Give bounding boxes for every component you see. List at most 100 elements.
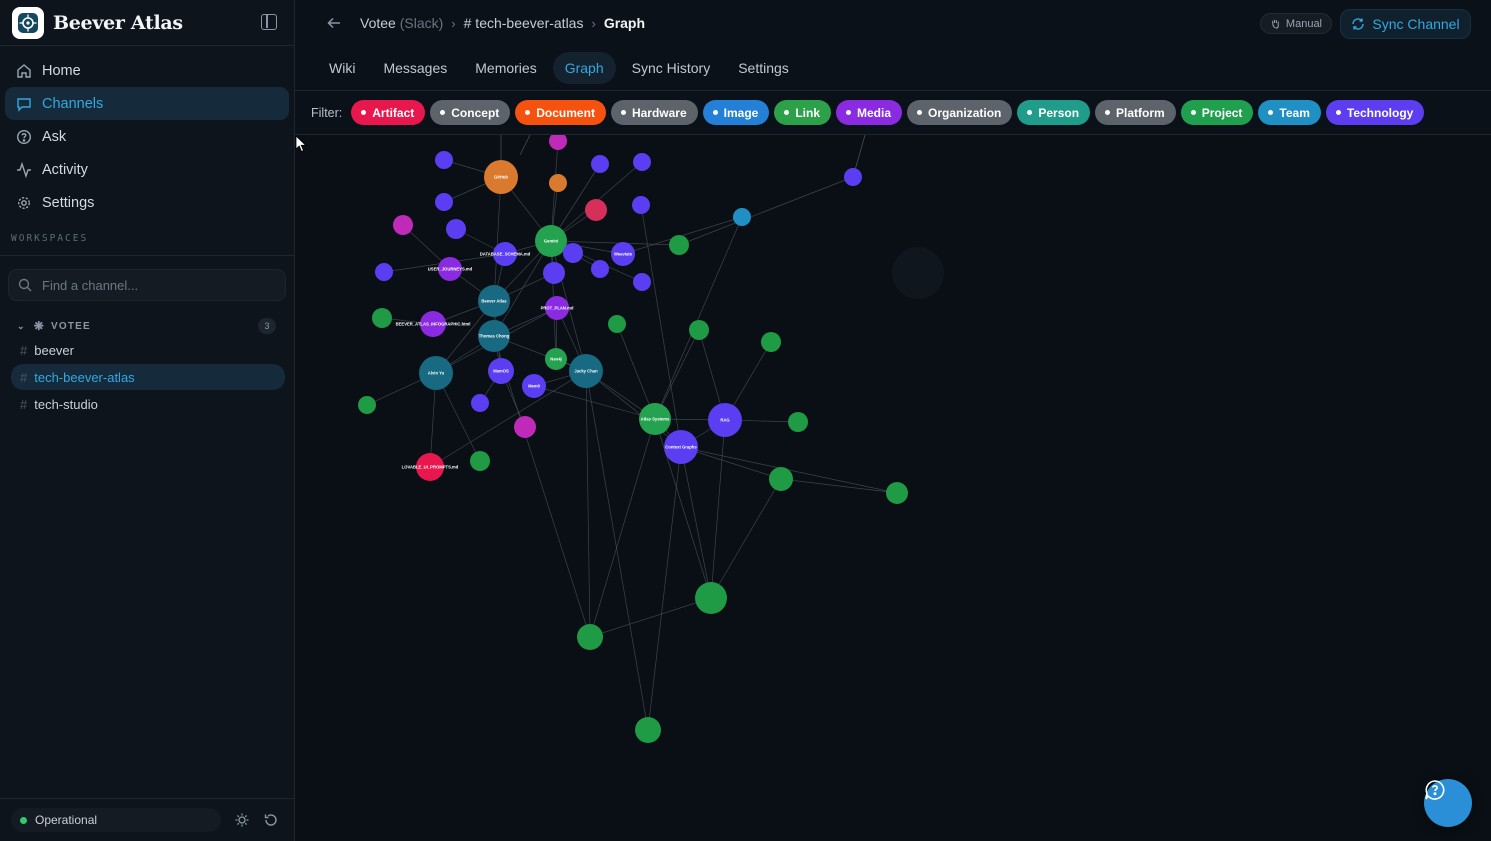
graph-node-n17[interactable]: Neo4j	[545, 348, 567, 370]
graph-node-a12[interactable]	[591, 260, 609, 278]
graph-node-a16[interactable]	[669, 235, 689, 255]
sync-channel-button[interactable]: Sync Channel	[1340, 9, 1471, 39]
tab-messages[interactable]: Messages	[371, 52, 459, 84]
graph-node-a2[interactable]	[549, 135, 567, 150]
graph-node-a7[interactable]	[585, 199, 607, 221]
graph-node-b6[interactable]	[886, 482, 908, 504]
beever-atlas-logo-icon[interactable]	[12, 6, 44, 39]
graph-node-circle[interactable]	[372, 308, 392, 328]
filter-chip-image[interactable]: Image	[702, 100, 770, 125]
graph-node-circle[interactable]	[543, 262, 565, 284]
graph-node-circle[interactable]	[591, 155, 609, 173]
filter-chip-team[interactable]: Team	[1258, 100, 1321, 125]
workspace-header[interactable]: ⌄ ❋ VOTEE 3	[0, 316, 294, 336]
graph-node-circle[interactable]	[769, 467, 793, 491]
graph-node-a8[interactable]	[632, 196, 650, 214]
collapse-sidebar-icon[interactable]	[261, 14, 277, 30]
graph-node-a17[interactable]	[844, 168, 862, 186]
graph-node-n3[interactable]: Jacky Chan	[569, 354, 603, 388]
graph-node-a14[interactable]	[375, 263, 393, 281]
nav-item-home[interactable]: Home	[5, 54, 289, 87]
graph-node-a5[interactable]	[549, 174, 567, 192]
graph-node-n10[interactable]: LOVABLE_UI_PROMPTS.md	[402, 453, 459, 481]
graph-node-circle[interactable]	[689, 320, 709, 340]
graph-node-n6[interactable]: RAG	[708, 403, 742, 437]
back-arrow-icon[interactable]	[327, 16, 341, 30]
status-badge[interactable]: Operational	[11, 808, 221, 832]
manual-sync-badge[interactable]: Manual	[1259, 13, 1332, 34]
graph-node-n14[interactable]: PROT_PLAN.md	[541, 296, 574, 320]
graph-node-circle[interactable]	[844, 168, 862, 186]
graph-node-circle[interactable]	[358, 396, 376, 414]
graph-node-a19[interactable]	[372, 308, 392, 328]
graph-node-c3[interactable]	[635, 717, 661, 743]
filter-chip-media[interactable]: Media	[836, 100, 903, 125]
graph-node-circle[interactable]	[632, 196, 650, 214]
filter-chip-hardware[interactable]: Hardware	[610, 100, 698, 125]
filter-chip-link[interactable]: Link	[774, 100, 831, 125]
filter-chip-project[interactable]: Project	[1180, 100, 1254, 125]
filter-chip-concept[interactable]: Concept	[430, 100, 511, 125]
graph-node-circle[interactable]	[549, 174, 567, 192]
nav-item-activity[interactable]: Activity	[5, 153, 289, 186]
graph-node-a20[interactable]	[358, 396, 376, 414]
graph-node-circle[interactable]	[471, 394, 489, 412]
graph-node-n4[interactable]: Alvin Yu	[419, 356, 453, 390]
help-chat-button[interactable]	[1424, 779, 1472, 827]
graph-node-circle[interactable]	[577, 624, 603, 650]
tab-memories[interactable]: Memories	[463, 52, 548, 84]
graph-node-a4[interactable]	[633, 153, 651, 171]
graph-node-a21[interactable]	[471, 394, 489, 412]
graph-node-n7[interactable]: Context Graphs	[664, 430, 698, 464]
graph-node-b1[interactable]	[608, 315, 626, 333]
graph-node-n1[interactable]: Beever Atlas	[478, 285, 510, 317]
channel-item-tech-beever-atlas[interactable]: # tech-beever-atlas	[11, 364, 285, 390]
refresh-icon[interactable]	[263, 812, 279, 828]
graph-node-a11[interactable]	[563, 243, 583, 263]
graph-node-c2[interactable]	[577, 624, 603, 650]
graph-node-circle[interactable]	[695, 582, 727, 614]
graph-node-circle[interactable]	[514, 416, 536, 438]
graph-node-circle[interactable]	[669, 235, 689, 255]
graph-node-n12[interactable]: DATABASE_SCHEMA.md	[480, 242, 531, 266]
graph-node-c1[interactable]	[695, 582, 727, 614]
graph-node-circle[interactable]	[635, 717, 661, 743]
breadcrumb-channel[interactable]: # tech-beever-atlas	[464, 15, 584, 31]
graph-node-b2[interactable]	[689, 320, 709, 340]
graph-node-a10[interactable]	[446, 219, 466, 239]
graph-node-circle[interactable]	[733, 208, 751, 226]
graph-node-circle[interactable]	[633, 273, 651, 291]
channel-search-input[interactable]: Find a channel...	[8, 269, 286, 301]
channel-item-tech-studio[interactable]: # tech-studio	[11, 391, 285, 417]
nav-item-ask[interactable]: Ask	[5, 120, 289, 153]
graph-node-a22[interactable]	[514, 416, 536, 438]
nav-item-channels[interactable]: Channels	[5, 87, 289, 120]
tab-settings[interactable]: Settings	[726, 52, 801, 84]
graph-node-circle[interactable]	[446, 219, 466, 239]
nav-item-settings[interactable]: Settings	[5, 186, 289, 219]
graph-node-circle[interactable]	[435, 151, 453, 169]
graph-node-circle[interactable]	[886, 482, 908, 504]
graph-node-n16[interactable]: Mem0	[522, 374, 546, 398]
graph-node-n5[interactable]: Atlas Systems	[639, 403, 671, 435]
graph-node-circle[interactable]	[549, 135, 567, 150]
graph-node-circle[interactable]	[788, 412, 808, 432]
filter-chip-document[interactable]: Document	[515, 100, 606, 125]
graph-node-b5[interactable]	[769, 467, 793, 491]
channel-item-beever[interactable]: # beever	[11, 337, 285, 363]
filter-chip-organization[interactable]: Organization	[907, 100, 1013, 125]
sun-icon[interactable]	[234, 812, 250, 828]
tab-graph[interactable]: Graph	[552, 52, 616, 84]
graph-node-a18[interactable]	[733, 208, 751, 226]
filter-chip-artifact[interactable]: Artifact	[351, 100, 426, 125]
graph-node-n11[interactable]: BEEVER_ATLAS_INFOGRAPHIC.html	[396, 311, 471, 337]
knowledge-graph-canvas[interactable]: Beever Atlas Thomas Chong Jacky Chan Alvin …	[295, 135, 1491, 841]
filter-chip-technology[interactable]: Technology	[1325, 100, 1425, 125]
graph-node-circle[interactable]	[761, 332, 781, 352]
tab-wiki[interactable]: Wiki	[317, 52, 367, 84]
breadcrumb-workspace[interactable]: Votee (Slack)	[360, 15, 443, 31]
graph-node-circle[interactable]	[375, 263, 393, 281]
graph-node-circle[interactable]	[470, 451, 490, 471]
graph-node-circle[interactable]	[633, 153, 651, 171]
graph-svg[interactable]: Beever Atlas Thomas Chong Jacky Chan Alvin …	[295, 135, 1491, 841]
